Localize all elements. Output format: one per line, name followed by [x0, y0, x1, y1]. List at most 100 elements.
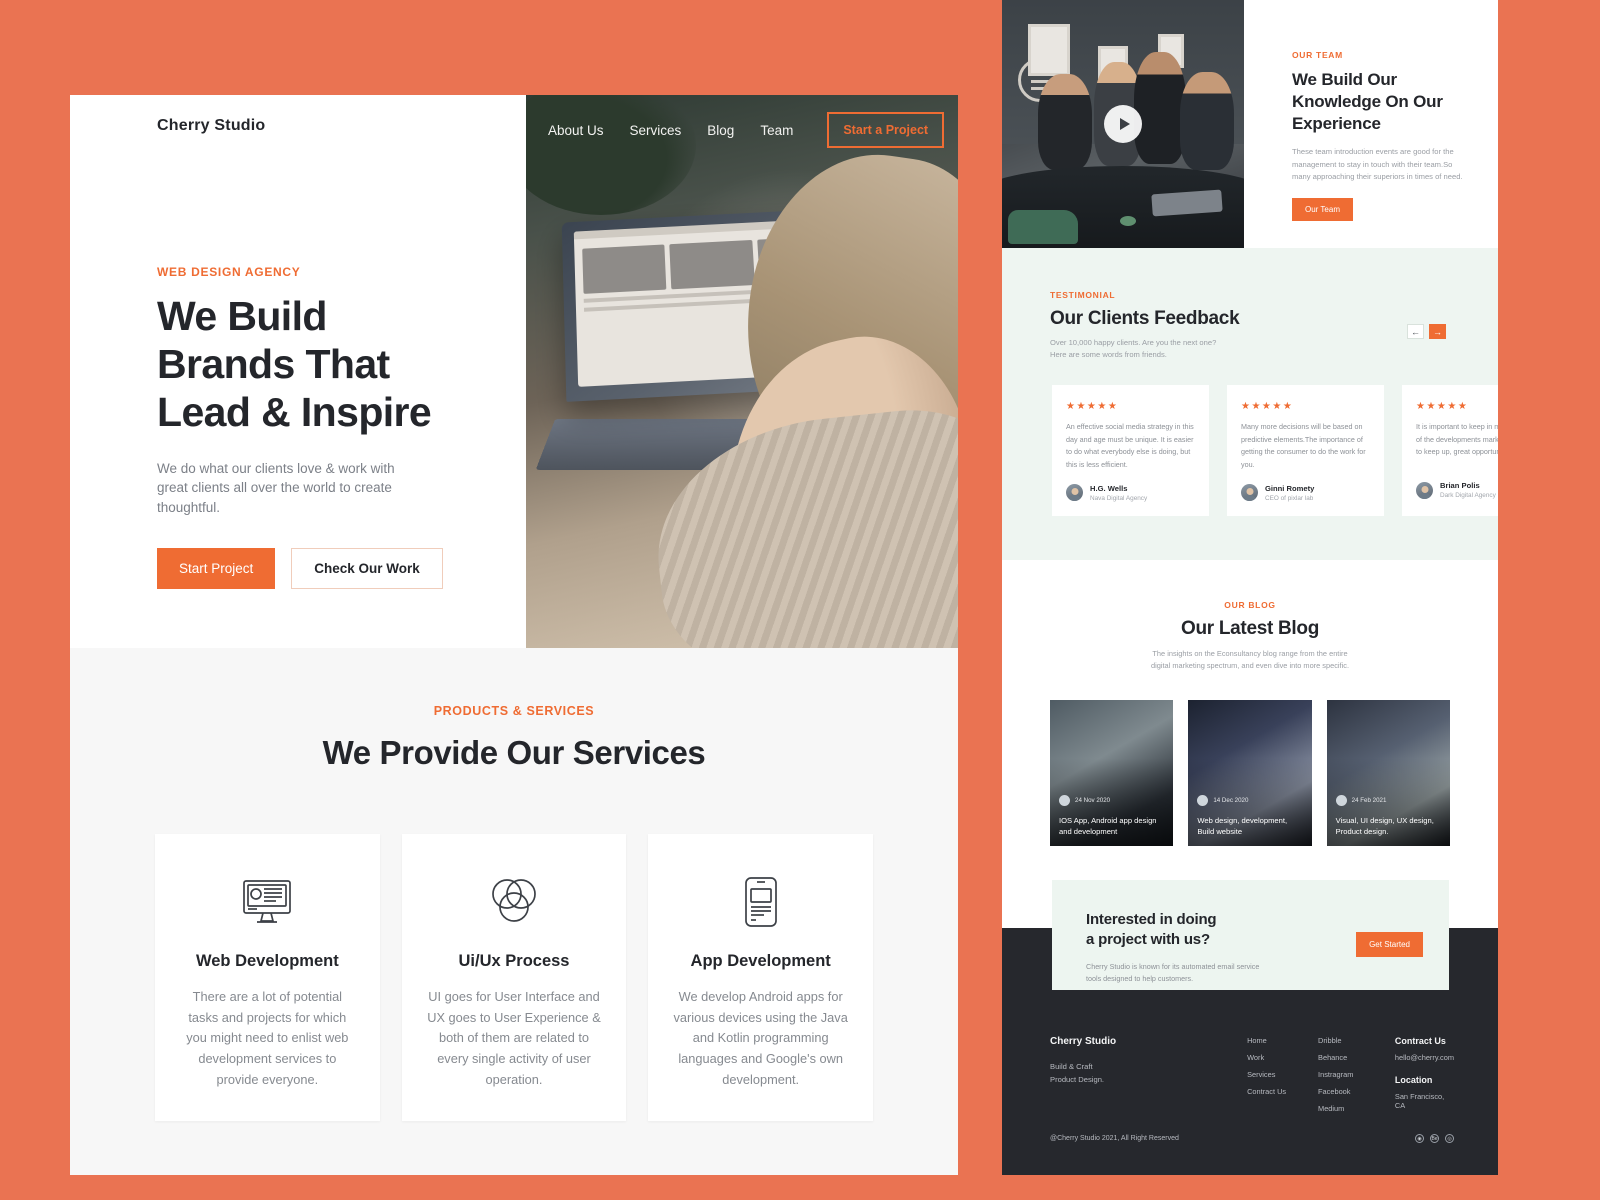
- services-title: We Provide Our Services: [70, 734, 958, 772]
- rating-stars: ★★★★★: [1241, 401, 1370, 412]
- start-a-project-button[interactable]: Start a Project: [827, 112, 944, 148]
- services-eyebrow: PRODUCTS & SERVICES: [70, 704, 958, 718]
- author-role: Nava Digital Agency: [1090, 495, 1147, 502]
- team-person: [1134, 52, 1186, 164]
- testimonial-header: TESTIMONIAL Our Clients Feedback Over 10…: [1002, 290, 1498, 361]
- blog-subtitle: The insights on the Econsultancy blog ra…: [1002, 648, 1498, 672]
- avatar: [1241, 484, 1258, 501]
- check-our-work-button[interactable]: Check Our Work: [291, 548, 443, 589]
- footer-link-work[interactable]: Work: [1247, 1053, 1318, 1062]
- testimonial-subtitle: Over 10,000 happy clients. Are you the n…: [1050, 337, 1450, 361]
- footer-link-medium[interactable]: Medium: [1318, 1104, 1395, 1113]
- testimonial-author: Ginni Romety CEO of pixlar lab: [1241, 484, 1370, 502]
- carousel-next-button[interactable]: →: [1429, 324, 1446, 339]
- blog-card[interactable]: 14 Dec 2020 Web design, development, Bui…: [1188, 700, 1311, 846]
- cta-copy: Interested in doing a project with us? C…: [1086, 910, 1262, 985]
- blog-card-date: 24 Feb 2021: [1352, 797, 1387, 804]
- nav-item-team[interactable]: Team: [760, 123, 793, 138]
- services-card-list: Web Development There are a lot of poten…: [70, 772, 958, 1121]
- avatar: [1197, 795, 1208, 806]
- avatar: [1336, 795, 1347, 806]
- testimonial-text: It is important to keep in mind and size…: [1416, 421, 1498, 469]
- blog-card-caption: Visual, UI design, UX design, Product de…: [1336, 815, 1441, 837]
- author-name: Ginni Romety: [1265, 484, 1314, 493]
- behance-icon[interactable]: Be: [1430, 1134, 1439, 1143]
- service-card-title: Web Development: [179, 952, 356, 971]
- carousel-prev-button[interactable]: ←: [1407, 324, 1424, 339]
- footer-link-behance[interactable]: Behance: [1318, 1053, 1395, 1062]
- team-description: These team introduction events are good …: [1292, 146, 1468, 184]
- testimonial-author: H.G. Wells Nava Digital Agency: [1066, 484, 1195, 502]
- testimonial-card: ★★★★★ An effective social media strategy…: [1052, 385, 1209, 515]
- cta-title: Interested in doing a project with us?: [1086, 910, 1262, 951]
- blog-card-meta: 24 Feb 2021: [1336, 795, 1387, 806]
- nav-item-services[interactable]: Services: [630, 123, 682, 138]
- footer-location-value: San Francisco, CA: [1395, 1092, 1454, 1110]
- testimonial-subtitle-line-2: Here are some words from friends.: [1050, 350, 1167, 359]
- site-brand[interactable]: Cherry Studio: [157, 117, 265, 135]
- landing-page-mockup-left: Cherry Studio About Us Services Blog Tea…: [70, 95, 958, 1175]
- footer-brand-tagline: Build & Craft Product Design.: [1050, 1060, 1247, 1087]
- get-started-button[interactable]: Get Started: [1356, 932, 1423, 957]
- hero-copy: WEB DESIGN AGENCY We Build Brands That L…: [157, 265, 487, 589]
- display-thumb: [670, 240, 755, 289]
- footer-tagline-line-1: Build & Craft: [1050, 1062, 1093, 1071]
- mobile-phone-icon: [672, 874, 849, 930]
- footer-bottom-bar: @Cherry Studio 2021, All Right Reserved …: [1050, 1134, 1454, 1143]
- footer-links-column: Home Work Services Contract Us: [1247, 1036, 1318, 1121]
- footer-link-services[interactable]: Services: [1247, 1070, 1318, 1079]
- hero-title: We Build Brands That Lead & Inspire: [157, 293, 487, 437]
- testimonial-card-list: ★★★★★ An effective social media strategy…: [1002, 361, 1498, 515]
- our-team-button[interactable]: Our Team: [1292, 198, 1353, 221]
- hero-title-line-1: We Build: [157, 293, 327, 339]
- hero-title-line-2: Brands That: [157, 341, 390, 387]
- team-video-thumbnail[interactable]: [1002, 0, 1244, 248]
- footer-contact-email[interactable]: hello@cherry.com: [1395, 1053, 1454, 1062]
- service-card-title: Ui/Ux Process: [426, 952, 603, 971]
- blog-card-list: 24 Nov 2020 IOS App, Android app design …: [1002, 672, 1498, 846]
- testimonial-text: Many more decisions will be based on pre…: [1241, 421, 1370, 471]
- services-section: PRODUCTS & SERVICES We Provide Our Servi…: [70, 648, 958, 1175]
- blog-subtitle-line-1: The insights on the Econsultancy blog ra…: [1152, 649, 1347, 658]
- blog-title: Our Latest Blog: [1002, 618, 1498, 640]
- play-icon[interactable]: [1104, 105, 1142, 143]
- dribbble-icon[interactable]: ◉: [1415, 1134, 1424, 1143]
- blog-card[interactable]: 24 Nov 2020 IOS App, Android app design …: [1050, 700, 1173, 846]
- team-section: OUR TEAM We Build Our Knowledge On Our E…: [1002, 0, 1498, 248]
- hero-photo: [526, 95, 958, 648]
- nav-item-blog[interactable]: Blog: [707, 123, 734, 138]
- author-role: CEO of pixlar lab: [1265, 495, 1314, 502]
- main-navigation: About Us Services Blog Team Start a Proj…: [548, 112, 944, 148]
- footer-link-dribble[interactable]: Dribble: [1318, 1036, 1395, 1045]
- start-project-button[interactable]: Start Project: [157, 548, 275, 589]
- team-copy: OUR TEAM We Build Our Knowledge On Our E…: [1244, 0, 1498, 248]
- service-card-desc: We develop Android apps for various devi…: [672, 987, 849, 1091]
- testimonial-title: Our Clients Feedback: [1050, 308, 1450, 330]
- service-card[interactable]: Web Development There are a lot of poten…: [155, 834, 380, 1121]
- footer-link-contract-us[interactable]: Contract Us: [1247, 1087, 1318, 1096]
- footer-link-home[interactable]: Home: [1247, 1036, 1318, 1045]
- table-object: [1120, 216, 1136, 226]
- avatar: [1416, 482, 1433, 499]
- footer-social-column: Dribble Behance Instragram Facebook Medi…: [1318, 1036, 1395, 1121]
- nav-item-about-us[interactable]: About Us: [548, 123, 604, 138]
- rating-stars: ★★★★★: [1416, 401, 1498, 412]
- venn-circles-icon: [426, 874, 603, 930]
- author-name: Brian Polis: [1440, 481, 1496, 490]
- instagram-icon[interactable]: ◎: [1445, 1134, 1454, 1143]
- testimonial-text: An effective social media strategy in th…: [1066, 421, 1195, 471]
- footer-brand: Cherry Studio: [1050, 1036, 1247, 1047]
- service-card[interactable]: Ui/Ux Process UI goes for User Interface…: [402, 834, 627, 1121]
- footer-social-icons: ◉ Be ◎: [1415, 1134, 1454, 1143]
- blog-card[interactable]: 24 Feb 2021 Visual, UI design, UX design…: [1327, 700, 1450, 846]
- footer-link-instragram[interactable]: Instragram: [1318, 1070, 1395, 1079]
- monitor-icon: [179, 874, 356, 930]
- hero-buttons: Start Project Check Our Work: [157, 548, 487, 589]
- footer-contact-column: Contract Us hello@cherry.com Location Sa…: [1395, 1036, 1454, 1121]
- service-card-desc: There are a lot of potential tasks and p…: [179, 987, 356, 1091]
- rating-stars: ★★★★★: [1066, 401, 1195, 412]
- team-person: [1038, 74, 1092, 170]
- hero-subtitle: We do what our clients love & work with …: [157, 459, 429, 518]
- footer-link-facebook[interactable]: Facebook: [1318, 1087, 1395, 1096]
- service-card[interactable]: App Development We develop Android apps …: [648, 834, 873, 1121]
